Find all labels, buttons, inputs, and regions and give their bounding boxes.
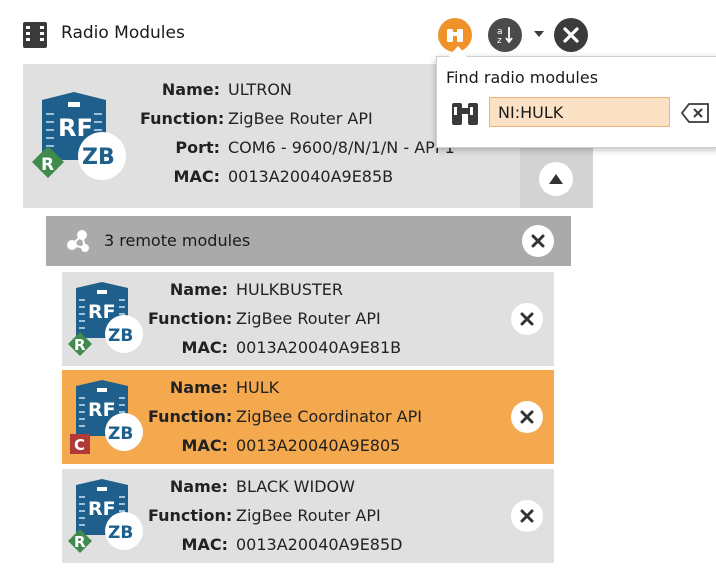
module-name: ULTRON [228, 80, 292, 99]
remote-module-details: Name: BLACK WIDOW Function: ZigBee Router A… [148, 472, 402, 559]
mac-label: MAC: [181, 535, 228, 554]
clear-filter-icon[interactable] [681, 102, 711, 124]
name-label: Name: [169, 378, 228, 397]
function-label: Function: [148, 506, 233, 525]
sort-button[interactable]: a z [488, 18, 522, 52]
remote-module-card[interactable]: RF ZB C Name: HULK Function: ZigBee Coordinato… [62, 370, 554, 464]
function-label: Function: [140, 109, 225, 128]
module-mac: 0013A20040A9E85B [228, 167, 394, 186]
module-function: ZigBee Coordinator API [236, 407, 422, 426]
rf-module-icon: RF ZB R [68, 477, 144, 557]
function-label: Function: [148, 309, 233, 328]
module-name: HULKBUSTER [236, 280, 343, 299]
rf-module-icon: RF ZB C [68, 378, 144, 458]
svg-text:C: C [74, 436, 85, 454]
svg-text:R: R [74, 533, 86, 551]
remote-module-details: Name: HULKBUSTER Function: ZigBee Router AP… [148, 275, 401, 362]
close-icon [520, 410, 534, 424]
svg-text:RF: RF [88, 498, 116, 520]
sort-icon: a z [497, 27, 513, 46]
close-icon [520, 312, 534, 326]
close-icon [563, 27, 579, 43]
role-badge-text: R [41, 155, 54, 175]
mac-label: MAC: [181, 436, 228, 455]
name-label: Name: [161, 80, 220, 99]
local-module-details: Name: ULTRON Function: ZigBee Router API P… [140, 75, 455, 191]
module-name: BLACK WIDOW [236, 477, 355, 496]
zb-label: ZB [82, 145, 115, 170]
remove-module-button[interactable] [511, 500, 543, 532]
function-label: Function: [148, 407, 233, 426]
find-filter-input[interactable] [489, 97, 670, 127]
svg-text:ZB: ZB [108, 326, 133, 346]
remote-module-card[interactable]: RF ZB R Name: HULKBUSTER Function: ZigBee Rout… [62, 272, 554, 366]
remote-modules-count: 3 remote modules [104, 231, 251, 250]
svg-text:R: R [74, 336, 86, 354]
module-function: ZigBee Router API [236, 506, 381, 525]
module-port: COM6 - 9600/8/N/1/N - API 1 [228, 138, 455, 157]
svg-text:ZB: ZB [108, 523, 133, 543]
svg-text:RF: RF [88, 399, 116, 421]
svg-text:z: z [497, 36, 502, 46]
module-function: ZigBee Router API [228, 109, 373, 128]
remote-module-card[interactable]: RF ZB R Name: BLACK WIDOW Function: ZigBee Rou… [62, 469, 554, 563]
name-label: Name: [169, 280, 228, 299]
mac-label: MAC: [181, 338, 228, 357]
radio-module-list-icon [23, 22, 47, 48]
chevron-down-icon [534, 31, 544, 37]
close-icon [520, 509, 534, 523]
svg-text:RF: RF [88, 301, 116, 323]
binoculars-icon [452, 103, 478, 125]
rf-module-icon: RF ZB R [68, 280, 144, 360]
module-name: HULK [236, 378, 280, 397]
page-title: Radio Modules [61, 23, 185, 43]
binoculars-icon [447, 29, 463, 42]
name-label: Name: [169, 477, 228, 496]
module-mac: 0013A20040A9E85D [236, 535, 403, 554]
collapse-button[interactable] [539, 162, 573, 196]
module-mac: 0013A20040A9E805 [236, 436, 401, 455]
close-all-button[interactable] [554, 18, 588, 52]
chevron-up-icon [549, 174, 563, 184]
close-icon [531, 234, 545, 248]
rf-module-icon: RF ZB R [32, 92, 126, 180]
remote-module-details: Name: HULK Function: ZigBee Coordinator API… [148, 373, 422, 460]
sort-dropdown-caret[interactable] [530, 25, 548, 43]
mac-label: MAC: [173, 167, 220, 186]
module-function: ZigBee Router API [236, 309, 381, 328]
remote-network-icon [67, 230, 89, 252]
port-label: Port: [175, 138, 220, 157]
module-mac: 0013A20040A9E81B [236, 338, 402, 357]
svg-text:ZB: ZB [108, 424, 133, 444]
close-remote-modules-button[interactable] [522, 225, 554, 257]
popup-pointer-fill [448, 47, 468, 58]
find-popup-title: Find radio modules [446, 68, 599, 87]
remove-module-button[interactable] [511, 401, 543, 433]
remove-module-button[interactable] [511, 303, 543, 335]
